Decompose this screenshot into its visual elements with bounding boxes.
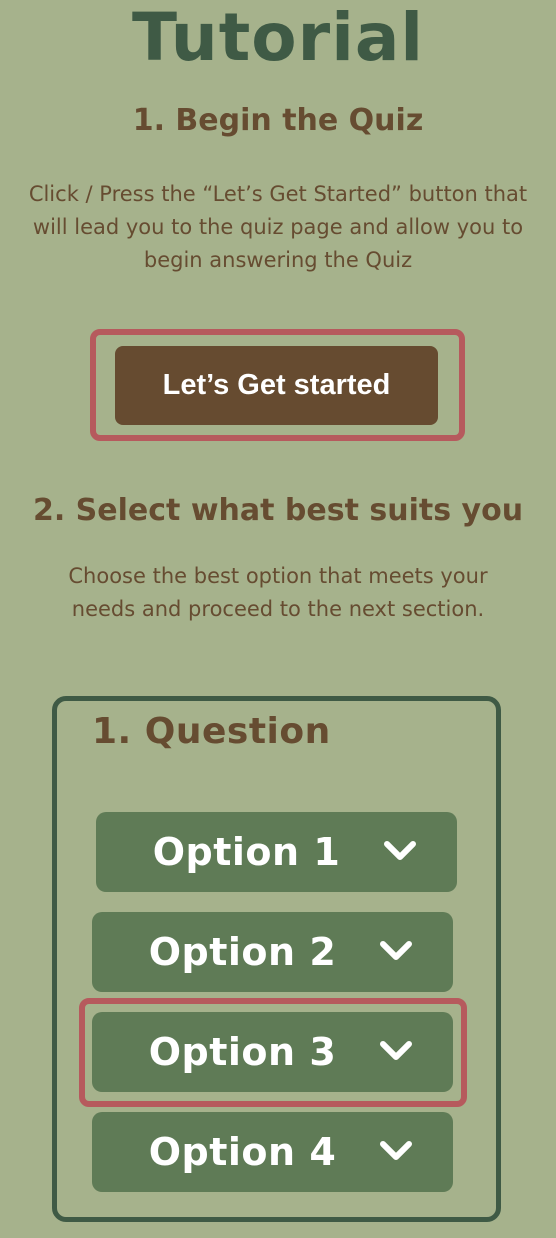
chevron-down-icon [380,1041,412,1060]
option-1-dropdown[interactable]: Option 1 [96,812,457,892]
step1-description: Click / Press the “Let’s Get Started” bu… [0,178,556,277]
page-title: Tutorial [132,0,424,76]
chevron-down-icon [384,841,416,860]
option-2-dropdown[interactable]: Option 2 [92,912,453,992]
step1-description-text: Click / Press the “Let’s Get Started” bu… [28,182,528,272]
step2-description: Choose the best option that meets your n… [0,560,556,626]
step1-heading: 1. Begin the Quiz [132,103,424,138]
chevron-down-icon [380,941,412,960]
lets-get-started-button[interactable]: Let’s Get started [115,346,438,425]
option-4-dropdown[interactable]: Option 4 [92,1112,453,1192]
step2-description-text: Choose the best option that meets your n… [68,564,488,621]
option-3-dropdown[interactable]: Option 3 [92,1012,453,1092]
question-title: 1. Question [92,711,331,752]
step2-heading: 2. Select what best suits you [32,493,524,528]
chevron-down-icon [380,1141,412,1160]
